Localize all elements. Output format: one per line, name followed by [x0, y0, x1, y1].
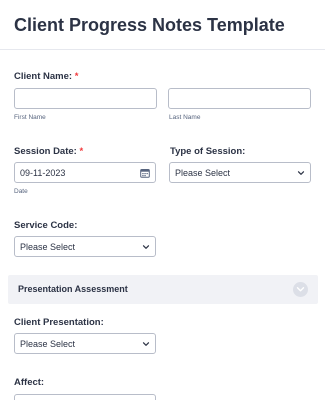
presentation-assessment-section[interactable]: Presentation Assessment [8, 275, 318, 304]
page-title: Client Progress Notes Template [14, 15, 285, 35]
service-code-label: Service Code: [14, 220, 78, 231]
first-name-input[interactable] [14, 88, 157, 109]
client-presentation-label: Client Presentation: [14, 317, 104, 328]
session-date-input[interactable]: 09-11-2023 [14, 162, 156, 183]
last-name-input[interactable] [168, 88, 311, 109]
calendar-icon[interactable] [140, 168, 150, 178]
last-name-sublabel: Last Name [169, 114, 201, 121]
first-name-sublabel: First Name [14, 114, 46, 121]
collapse-section-icon[interactable] [293, 282, 308, 297]
session-date-label: Session Date: * [14, 146, 84, 157]
session-date-sublabel: Date [14, 188, 28, 195]
affect-label: Affect: [14, 377, 45, 388]
client-presentation-select[interactable]: Please Select [14, 333, 156, 354]
affect-select[interactable] [14, 394, 156, 400]
required-asterisk: * [74, 71, 79, 82]
section-title: Presentation Assessment [18, 284, 128, 294]
chevron-down-icon [142, 245, 150, 249]
chevron-down-icon [297, 171, 305, 175]
form-header: Client Progress Notes Template [0, 0, 325, 50]
required-asterisk: * [79, 146, 84, 157]
type-of-session-label: Type of Session: [170, 146, 246, 157]
service-code-select[interactable]: Please Select [14, 236, 156, 257]
client-name-label: Client Name: * [14, 71, 79, 82]
type-of-session-select[interactable]: Please Select [169, 162, 311, 183]
chevron-down-icon [142, 342, 150, 346]
